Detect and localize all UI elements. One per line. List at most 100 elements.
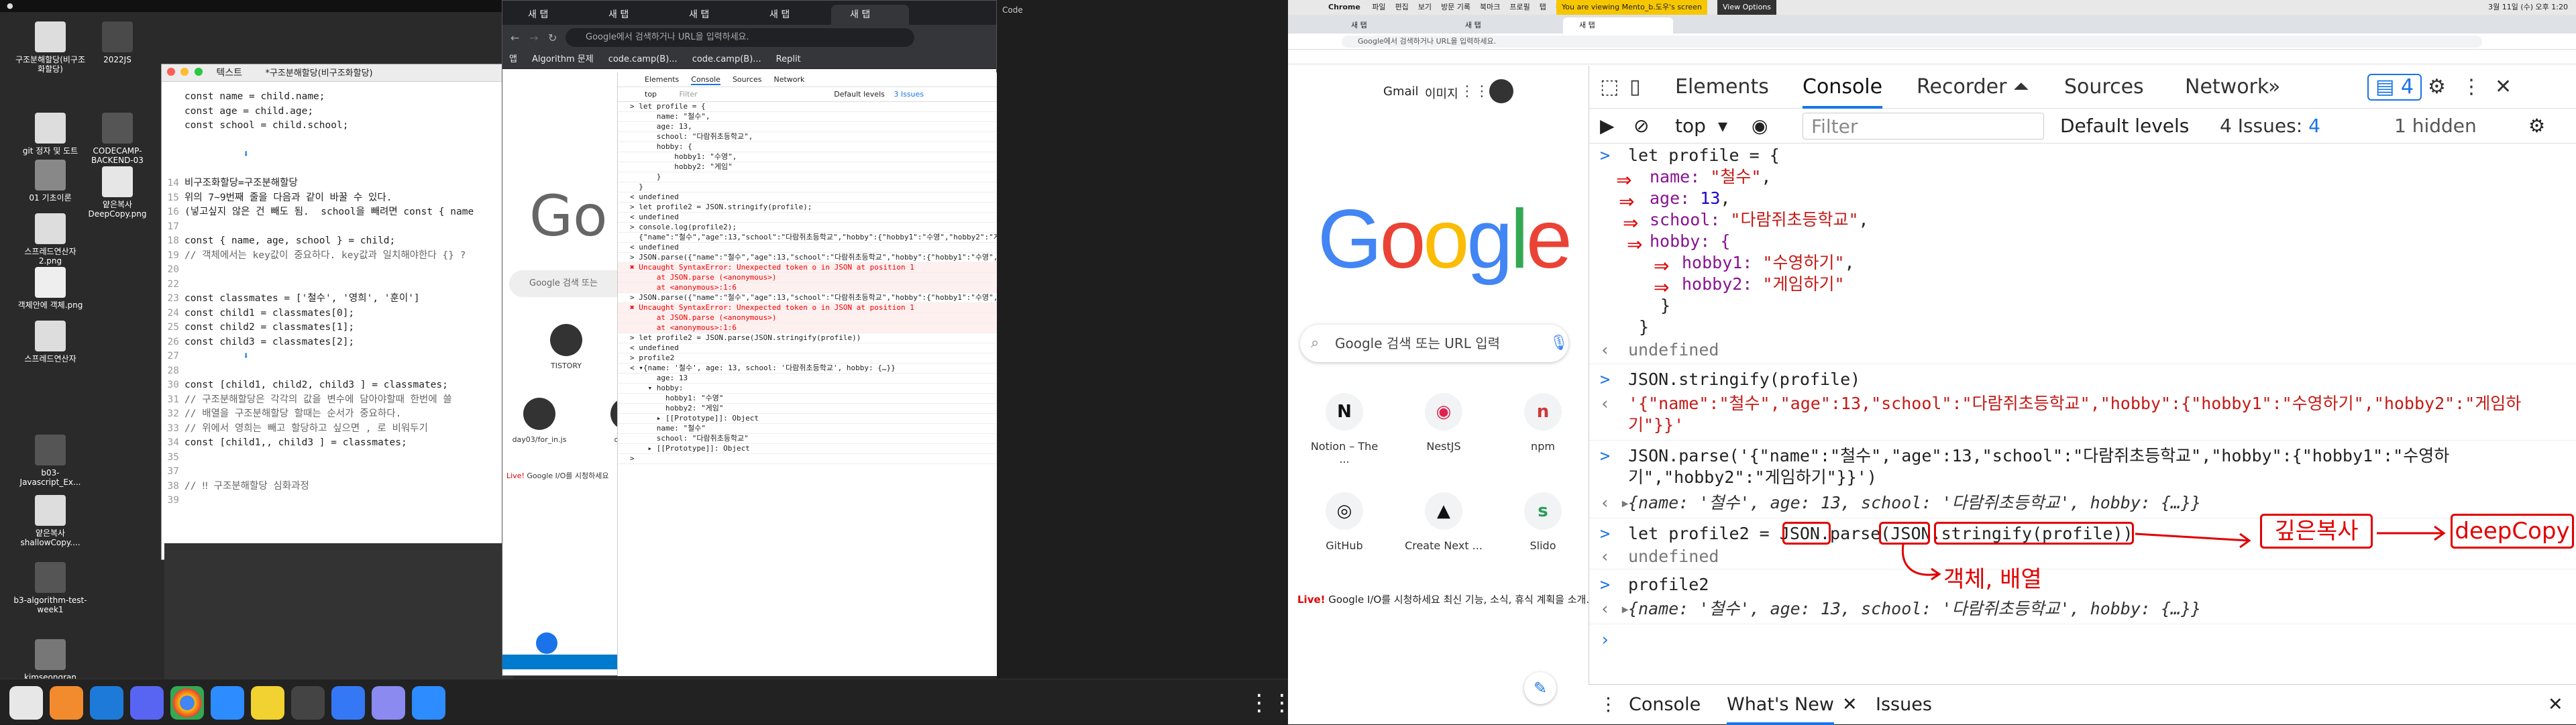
menu-item[interactable]: 보기 bbox=[1418, 3, 1432, 11]
devtools-small[interactable]: Elements Console Sources Network top Filter… bbox=[617, 72, 997, 676]
chrome-icon[interactable] bbox=[170, 686, 204, 720]
omnibox-big[interactable]: Google에서 검색하거나 URL을 입력하세요. bbox=[1342, 36, 2482, 48]
text-editor-window[interactable]: 텍스트 *구조분해할당(비구조화할당) const name = child.n… bbox=[161, 64, 508, 560]
drawer-close-icon[interactable]: ✕ bbox=[2548, 685, 2563, 725]
desktop-icon[interactable]: kimseongran bbox=[13, 639, 87, 682]
console-line[interactable]: ‹ ▸ {name: '철수', age: 13, school: '다람쥐초등학… bbox=[1589, 492, 2576, 514]
shortcut-tile[interactable]: n npm bbox=[1503, 393, 1583, 453]
devtools-tab[interactable]: Elements bbox=[1675, 66, 1769, 109]
issues-link[interactable]: 4 Issues: 4 bbox=[2220, 109, 2320, 144]
menu-item[interactable]: 방문 기록 bbox=[1441, 3, 1470, 11]
forward-icon[interactable]: → bbox=[529, 32, 538, 44]
shortcut-tile[interactable]: TISTORY bbox=[536, 324, 596, 370]
browser-tab[interactable]: 새 탭 bbox=[1335, 17, 1445, 34]
desktop-icon[interactable]: 구조분해할당(비구조화할당) bbox=[13, 21, 87, 74]
devtools-tab[interactable]: Console bbox=[691, 75, 720, 85]
bookmark-item[interactable]: Replit bbox=[776, 54, 801, 64]
browser-tab[interactable]: 새 탭 bbox=[1563, 17, 1673, 34]
browser-tab[interactable]: 새 탭 bbox=[670, 5, 748, 25]
close-tab-icon[interactable]: ✕ bbox=[1842, 685, 1858, 725]
maximize-icon[interactable] bbox=[194, 68, 203, 76]
devtools-tab[interactable]: Network bbox=[773, 75, 804, 84]
devtools-tab[interactable]: Sources bbox=[2064, 66, 2144, 109]
browser-tab[interactable]: 새 탭 bbox=[751, 5, 828, 25]
shortcut-tile[interactable]: day03/for_in.js bbox=[509, 398, 570, 444]
menu-item[interactable]: 탭 bbox=[1540, 3, 1546, 11]
live-expression-icon[interactable]: ◉ bbox=[1752, 109, 1768, 144]
desktop-icon[interactable]: git 정자 및 도트 bbox=[13, 113, 87, 156]
close-devtools-icon[interactable]: ✕ bbox=[2495, 66, 2512, 109]
bookmark-item[interactable]: 앱 bbox=[509, 54, 517, 64]
customize-icon[interactable] bbox=[536, 632, 557, 654]
browser-tab[interactable]: 새 탭 bbox=[509, 5, 587, 25]
context-select-big[interactable]: top bbox=[1675, 109, 1706, 144]
desktop-icon[interactable]: 객체안에 객체.png bbox=[13, 267, 87, 310]
menu-item[interactable]: 북마크 bbox=[1480, 3, 1500, 11]
gmail-link[interactable]: Gmail bbox=[1383, 85, 1419, 99]
desktop-icon[interactable]: b3-algorithm-test-week1 bbox=[13, 562, 87, 614]
bookmark-item[interactable]: code.camp(B)... bbox=[608, 54, 678, 64]
editor-content[interactable]: const name = child.name; const age = chil… bbox=[162, 82, 508, 508]
browser-tab[interactable]: 새 탭 bbox=[831, 5, 909, 25]
menu-item[interactable]: 파일 bbox=[1372, 3, 1385, 11]
issues-button[interactable]: 3 Issues bbox=[894, 90, 924, 99]
menu-item[interactable]: 편집 bbox=[1395, 3, 1409, 11]
console-line[interactable]: ‹ ▸ {name: '철수', age: 13, school: '다람쥐초등학… bbox=[1589, 598, 2576, 620]
desktop-icon[interactable]: CODECAMP-BACKEND-03 bbox=[80, 113, 154, 165]
zoom-icon[interactable] bbox=[211, 686, 244, 720]
app-store-icon[interactable] bbox=[50, 686, 83, 720]
live-banner-big[interactable]: Live! Google I/O를 시청하세요 최신 기능, 소식, 휴식 계획… bbox=[1297, 592, 1589, 606]
more-menu-icon[interactable]: ⋮ bbox=[2461, 66, 2481, 109]
desktop-icon[interactable]: b03-Javascript_Ex... bbox=[13, 435, 87, 487]
object-preview[interactable]: {name: '철수', age: 13, school: '다람쥐초등학교',… bbox=[1628, 493, 2201, 512]
issues-badge[interactable]: ▤ 4 bbox=[2367, 74, 2422, 101]
minimize-icon[interactable] bbox=[180, 68, 189, 76]
menu-item[interactable]: 프로필 bbox=[1509, 3, 1529, 11]
editor-toolbar-label[interactable]: 텍스트 bbox=[216, 68, 242, 78]
desktop-icon[interactable]: 스프레드연산자 2.png bbox=[13, 213, 87, 266]
live-banner[interactable]: Live! Google I/O를 시청하세요 bbox=[506, 470, 609, 481]
google-search-input[interactable]: Google 검색 또는 URL 입력 bbox=[1300, 325, 1568, 362]
reload-icon[interactable]: ↻ bbox=[548, 32, 557, 44]
menu-app[interactable]: Chrome bbox=[1328, 3, 1360, 11]
shortcut-tile[interactable]: ◎ GitHub bbox=[1304, 492, 1385, 552]
view-options-button[interactable]: View Options bbox=[1717, 0, 1777, 15]
devtools-tab[interactable]: Sources bbox=[733, 75, 762, 84]
bookmark-item[interactable]: Algorithm 문제 bbox=[532, 54, 594, 64]
back-icon[interactable]: ← bbox=[511, 32, 519, 44]
log-levels-select[interactable]: Default levels bbox=[2060, 109, 2189, 144]
inspect-icon[interactable]: ⬚ bbox=[1600, 66, 1619, 109]
devtools-tab[interactable]: Console bbox=[1803, 66, 1883, 109]
context-select[interactable]: top bbox=[645, 90, 657, 99]
desktop-icon[interactable]: 스프레드연산자 bbox=[13, 321, 87, 364]
browser-tab[interactable]: 새 탭 bbox=[590, 5, 667, 25]
edit-icon[interactable]: ✎ bbox=[1524, 672, 1556, 704]
shortcut-tile[interactable]: ▲ Create Next ... bbox=[1403, 492, 1484, 552]
desktop-icon[interactable]: 얕은복사 DeepCopy.png bbox=[80, 166, 154, 219]
devtools-big[interactable]: ⬚ ▯ Elements Console Recorder ⏶ Sources Netw… bbox=[1589, 66, 2576, 724]
omnibox[interactable]: Google에서 검색하거나 URL을 입력하세요. bbox=[566, 28, 914, 47]
terminal-icon[interactable] bbox=[291, 686, 325, 720]
sidebar-toggle-icon[interactable]: ▶ bbox=[1600, 109, 1615, 144]
apple-icon[interactable]: ● bbox=[7, 1, 13, 10]
console-output-big[interactable]: > let profile = { name: "철수", age: 13, sc… bbox=[1589, 145, 2576, 708]
clear-console-icon[interactable]: ⊘ bbox=[1633, 109, 1649, 144]
filter-input[interactable]: Filter bbox=[680, 90, 698, 99]
console-settings-icon[interactable]: ⚙ bbox=[2528, 109, 2545, 144]
shortcut-tile[interactable]: s Slido bbox=[1503, 492, 1583, 552]
notes-icon[interactable] bbox=[331, 686, 365, 720]
discord-icon[interactable] bbox=[130, 686, 164, 720]
console-output[interactable]: > let profile = { name: "철수", age: 13, s… bbox=[618, 102, 997, 464]
drawer-tab[interactable]: Issues bbox=[1876, 685, 1932, 725]
devtools-tab[interactable]: Recorder ⏶ bbox=[1917, 66, 2029, 109]
console-filter-input[interactable]: Filter bbox=[1803, 113, 2044, 140]
drawer-menu-icon[interactable]: ⋮ bbox=[1599, 685, 1617, 725]
object-preview[interactable]: {name: '철수', age: 13, school: '다람쥐초등학교',… bbox=[1628, 599, 2201, 618]
finder-icon[interactable] bbox=[9, 686, 43, 720]
drawer-tab[interactable]: Console bbox=[1629, 685, 1701, 725]
devtools-tab[interactable]: Elements bbox=[645, 75, 679, 84]
mic-icon[interactable]: 🎙 bbox=[1550, 335, 1568, 351]
desktop-icon[interactable]: 2022JS bbox=[80, 21, 154, 64]
levels-select[interactable]: Default levels bbox=[834, 90, 885, 99]
grid-icon[interactable]: ⋮⋮ bbox=[1248, 686, 1288, 720]
